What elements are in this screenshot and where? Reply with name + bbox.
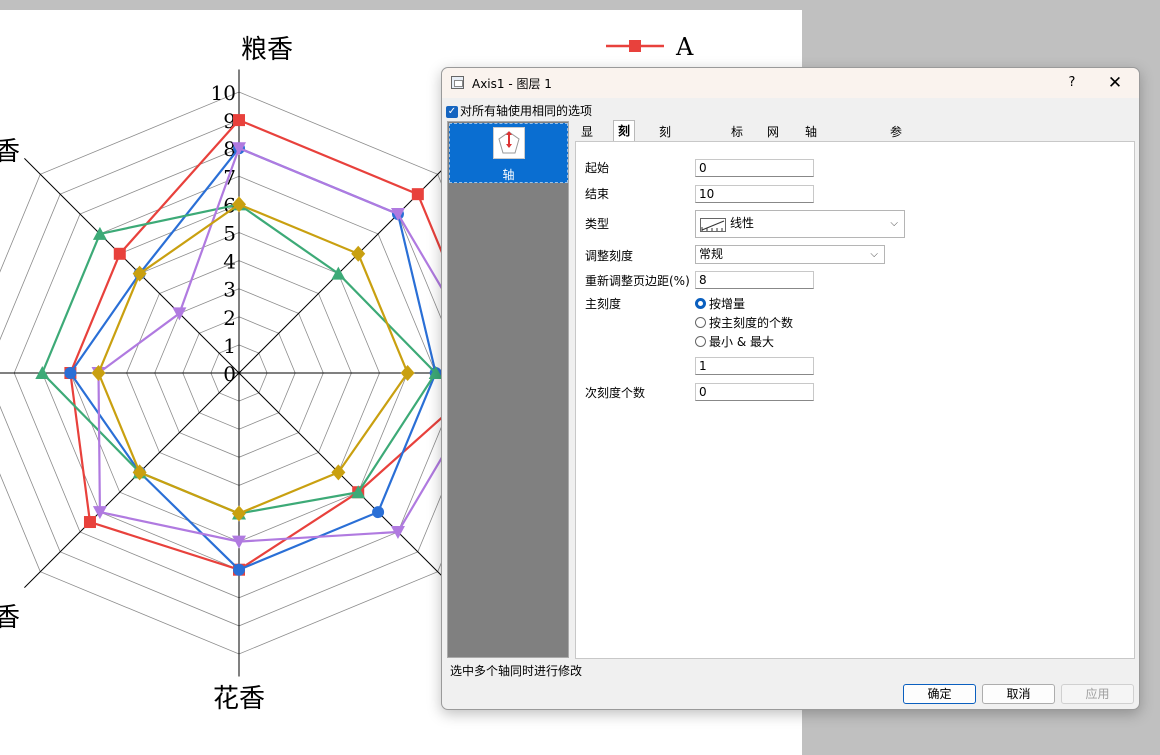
axis-label: 香: [0, 137, 20, 167]
tab-tick-labels[interactable]: 刻度线标签: [655, 122, 675, 219]
axis-label: 花香: [213, 684, 265, 714]
tick-label: 2: [223, 306, 236, 330]
tab-scale[interactable]: 刻度: [613, 120, 636, 158]
rescale-label: 调整刻度: [585, 249, 634, 263]
tab-title[interactable]: 标题: [727, 122, 747, 159]
close-button[interactable]: ✕: [1098, 72, 1132, 94]
radar-axis-icon: [493, 127, 525, 159]
axis-list-item[interactable]: 轴: [449, 123, 568, 183]
checkmark-icon: ✓: [446, 105, 458, 118]
chevron-down-icon: ⌵: [890, 218, 898, 229]
type-select[interactable]: 线性 ⌵: [695, 210, 905, 238]
marker-square: [83, 516, 96, 529]
axis-list-item-label: 轴: [502, 168, 515, 182]
end-label: 结束: [585, 187, 610, 201]
marker-square: [233, 114, 245, 127]
same-options-checkbox[interactable]: ✓ 对所有轴使用相同的选项: [446, 102, 592, 118]
apply-button[interactable]: 应用: [1061, 684, 1134, 704]
major-by-increment-radio[interactable]: 按增量: [695, 296, 745, 312]
linear-scale-icon: [700, 218, 726, 232]
major-ticks-label: 主刻度: [585, 297, 622, 311]
legend-label: A: [675, 33, 694, 61]
radio-label: 最小 & 最大: [709, 335, 774, 349]
radio-label: 按主刻度的个数: [709, 316, 794, 330]
dialog-title: Axis1 - 图层 1: [472, 77, 552, 91]
scale-tab-panel: 起始 0 结束 10 类型 线性 ⌵ 调整刻度 常规 ⌵ 重新调整页边距(%) …: [575, 141, 1135, 659]
marker-circle: [372, 506, 385, 519]
tick-label: 1: [223, 334, 236, 358]
tab-grid[interactable]: 网格: [763, 122, 783, 159]
minor-ticks-field[interactable]: 0: [695, 383, 814, 401]
type-label: 类型: [585, 217, 610, 231]
rescale-select-value: 常规: [699, 247, 724, 261]
major-min-max-radio[interactable]: 最小 & 最大: [695, 334, 774, 350]
minor-ticks-label: 次刻度个数: [585, 386, 646, 400]
help-button[interactable]: ?: [1057, 72, 1087, 94]
end-field[interactable]: 10: [695, 185, 814, 203]
axis-label: 粮香: [241, 35, 293, 65]
axis-list-panel: 轴: [447, 121, 569, 658]
window-icon: [451, 76, 464, 89]
series-line: [97, 146, 494, 543]
ok-button[interactable]: 确定: [903, 684, 976, 704]
radio-label: 按增量: [709, 297, 746, 311]
status-hint: 选中多个轴同时进行修改: [450, 664, 583, 678]
marker-square: [113, 247, 126, 260]
marker-circle: [233, 563, 245, 576]
tick-label: 3: [223, 278, 236, 302]
radio-unchecked-icon: [695, 336, 706, 347]
start-field[interactable]: 0: [695, 159, 814, 177]
marker-circle: [64, 367, 77, 379]
tab-display[interactable]: 显示: [577, 122, 597, 159]
tick-label: 4: [223, 250, 236, 274]
dialog-titlebar[interactable]: Axis1 - 图层 1 ? ✕: [442, 68, 1139, 98]
axis-spoke: [24, 372, 240, 588]
major-increment-field[interactable]: 1: [695, 357, 814, 375]
type-select-value: 线性: [730, 216, 755, 230]
tick-label: 10: [211, 81, 236, 105]
tab-axis-lines-ticks[interactable]: 轴线和刻度线: [801, 122, 821, 239]
margin-label: 重新调整页边距(%): [585, 274, 690, 288]
tick-label: 5: [223, 222, 236, 246]
axis-label: 香: [0, 603, 20, 633]
tab-reference-lines[interactable]: 参照线: [886, 122, 906, 179]
major-by-count-radio[interactable]: 按主刻度的个数: [695, 315, 793, 331]
axis-dialog: Axis1 - 图层 1 ? ✕ ✓对所有轴使用相同的选项 轴 显示 刻度 刻度…: [441, 67, 1140, 710]
tick-label: 0: [223, 362, 236, 386]
chevron-down-icon: ⌵: [870, 249, 878, 260]
same-options-label: 对所有轴使用相同的选项: [460, 104, 593, 118]
start-label: 起始: [585, 161, 610, 175]
legend-marker: [629, 40, 641, 52]
marker-square: [411, 188, 424, 201]
radio-checked-icon: [695, 298, 706, 309]
margin-field[interactable]: 8: [695, 271, 814, 289]
rescale-select[interactable]: 常规 ⌵: [695, 245, 885, 264]
cancel-button[interactable]: 取消: [982, 684, 1055, 704]
radio-unchecked-icon: [695, 317, 706, 328]
